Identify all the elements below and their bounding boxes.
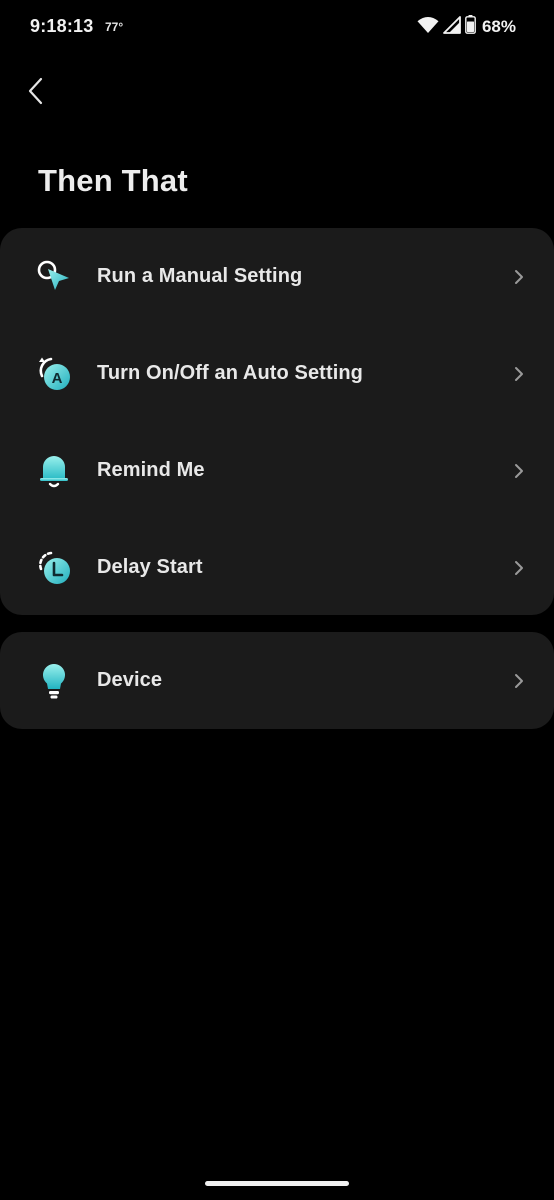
run-manual-setting-item[interactable]: Run a Manual Setting	[0, 228, 554, 325]
actions-card: Run a Manual Setting A Turn On/Off an Au…	[0, 228, 554, 615]
battery-percentage: 68%	[481, 17, 516, 36]
device-card: Device	[0, 632, 554, 729]
toggle-auto-setting-label: Turn On/Off an Auto Setting	[97, 362, 363, 384]
home-gesture-handle[interactable]	[205, 1181, 349, 1186]
chevron-right-icon	[512, 558, 526, 578]
wifi-icon	[417, 16, 439, 39]
delay-start-item[interactable]: Delay Start	[0, 519, 554, 615]
svg-text:A: A	[52, 370, 63, 387]
delay-clock-icon	[34, 548, 74, 588]
battery-icon	[465, 15, 476, 39]
remind-me-label: Remind Me	[97, 459, 205, 481]
status-temperature: 77°	[105, 20, 124, 34]
status-bar: 9:18:13 77° 68%	[0, 0, 554, 56]
chevron-right-icon	[512, 461, 526, 481]
chevron-right-icon	[512, 364, 526, 384]
status-time: 9:18:13	[30, 16, 94, 36]
auto-setting-icon: A	[34, 354, 74, 394]
toggle-auto-setting-item[interactable]: A Turn On/Off an Auto Setting	[0, 325, 554, 422]
chevron-right-icon	[512, 671, 526, 691]
manual-setting-icon	[34, 257, 74, 297]
lightbulb-icon	[34, 661, 74, 701]
delay-start-label: Delay Start	[97, 556, 203, 578]
device-label: Device	[97, 669, 163, 691]
bell-icon	[34, 451, 74, 491]
chevron-left-icon	[27, 77, 45, 110]
remind-me-item[interactable]: Remind Me	[0, 422, 554, 519]
chevron-right-icon	[512, 267, 526, 287]
status-right-group: 68%	[417, 15, 516, 39]
device-item[interactable]: Device	[0, 632, 554, 729]
run-manual-setting-label: Run a Manual Setting	[97, 265, 303, 287]
page-title: Then That	[38, 163, 188, 198]
cell-signal-icon	[443, 15, 461, 39]
back-button[interactable]	[18, 74, 54, 112]
